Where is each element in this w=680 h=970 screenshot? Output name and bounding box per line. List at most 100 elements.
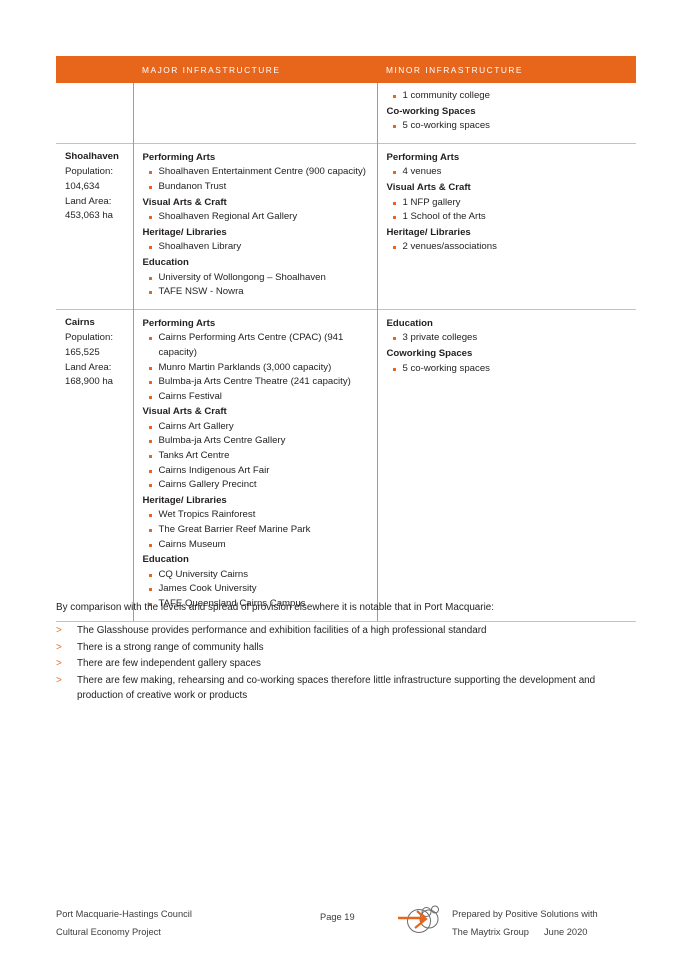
- infrastructure-item: Bulmba-ja Arts Centre Gallery: [143, 434, 368, 449]
- infrastructure-item: Wet Tropics Rainforest: [143, 508, 368, 523]
- footer-page-number: Page 19: [320, 912, 355, 922]
- table-header-row: MAJOR INFRASTRUCTURE MINOR INFRASTRUCTUR…: [56, 56, 636, 83]
- cell-major-infrastructure: Performing Arts Shoalhaven Entertainment …: [133, 142, 378, 310]
- cell-lga: Cairns Population: 165,525 Land Area: 168,90…: [56, 308, 134, 622]
- lga-statistic: 104,634: [65, 180, 100, 192]
- infrastructure-item: Cairns Museum: [143, 538, 368, 553]
- category-heading: Performing Arts: [386, 151, 460, 163]
- commentary-bullet: There are few independent gallery spaces: [56, 656, 638, 672]
- infrastructure-item: 5 co-working spaces: [387, 119, 628, 134]
- infrastructure-item: The Great Barrier Reef Marine Park: [143, 523, 368, 538]
- commentary-bullet: The Glasshouse provides performance and …: [56, 623, 638, 639]
- infrastructure-item: 1 School of the Arts: [387, 210, 628, 225]
- category-heading: Education: [142, 554, 189, 566]
- category-item-list: 1 NFP gallery 1 School of the Arts: [387, 196, 628, 225]
- footer-preparer-line2: The Maytrix Group June 2020: [452, 923, 642, 941]
- lga-statistic: Population:: [65, 332, 114, 344]
- category-heading: Heritage/ Libraries: [142, 226, 227, 238]
- infrastructure-item: James Cook University: [143, 582, 368, 597]
- table-row: 1 community college Co-working Spaces 5 co…: [56, 83, 636, 144]
- table-header: MAJOR INFRASTRUCTURE MINOR INFRASTRUCTUR…: [56, 56, 636, 83]
- category-heading: Heritage/ Libraries: [142, 494, 227, 506]
- infrastructure-table-container: MAJOR INFRASTRUCTURE MINOR INFRASTRUCTUR…: [56, 56, 636, 622]
- footer-council-name: Port Macquarie-Hastings Council: [56, 909, 192, 919]
- commentary-lead-paragraph: By comparison with the levels and spread…: [56, 602, 495, 613]
- column-header-major-infrastructure: MAJOR INFRASTRUCTURE: [133, 56, 377, 83]
- category-item-list: 5 co-working spaces: [387, 362, 628, 377]
- lga-statistic: 168,900 ha: [65, 376, 114, 388]
- category-heading: Education: [142, 256, 189, 268]
- category-item-list: Wet Tropics Rainforest The Great Barrier …: [143, 508, 368, 552]
- infrastructure-item: CQ University Cairns: [143, 568, 368, 583]
- cell-lga: [56, 83, 134, 144]
- cell-minor-infrastructure: Performing Arts 4 venues Visual Arts & Cra…: [377, 142, 636, 310]
- category-item-list: Shoalhaven Library: [143, 240, 368, 255]
- infrastructure-item: Shoalhaven Regional Art Gallery: [143, 210, 368, 225]
- table-body: 1 community college Co-working Spaces 5 co…: [56, 83, 636, 622]
- positive-solutions-logo: [396, 898, 454, 944]
- category-heading: Performing Arts: [142, 151, 216, 163]
- cell-minor-infrastructure: Education 3 private colleges Coworking Spa…: [377, 308, 636, 622]
- document-page: MAJOR INFRASTRUCTURE MINOR INFRASTRUCTUR…: [0, 0, 680, 970]
- commentary-bullet: There are few making, rehearsing and co-…: [56, 673, 638, 704]
- lga-statistic: Population:: [65, 166, 114, 178]
- category-item-list: 5 co-working spaces: [387, 119, 628, 134]
- footer-partner-name: The Maytrix Group: [452, 927, 529, 937]
- lga-statistic: 453,063 ha: [65, 210, 114, 222]
- infrastructure-comparison-table: MAJOR INFRASTRUCTURE MINOR INFRASTRUCTUR…: [56, 56, 636, 622]
- infrastructure-item: Cairns Art Gallery: [143, 420, 368, 435]
- cell-major-infrastructure: [133, 83, 378, 144]
- infrastructure-item: 3 private colleges: [387, 331, 628, 346]
- category-heading: Visual Arts & Craft: [386, 181, 471, 193]
- footer-client-info: Port Macquarie-Hastings Council Cultural…: [56, 905, 192, 941]
- category-heading: Co-working Spaces: [386, 105, 476, 117]
- infrastructure-item: Cairns Indigenous Art Fair: [143, 464, 368, 479]
- category-heading: Performing Arts: [142, 317, 216, 329]
- infrastructure-item: Cairns Gallery Precinct: [143, 478, 368, 493]
- commentary-bullet: There is a strong range of community hal…: [56, 640, 638, 656]
- footer-preparer-line1: Prepared by Positive Solutions with: [452, 909, 598, 919]
- infrastructure-item: 1 community college: [387, 89, 628, 104]
- infrastructure-item: Shoalhaven Entertainment Centre (900 cap…: [143, 165, 368, 180]
- page-footer: Port Macquarie-Hastings Council Cultural…: [0, 898, 680, 948]
- infrastructure-item: University of Wollongong – Shoalhaven: [143, 271, 368, 286]
- category-item-list: Shoalhaven Entertainment Centre (900 cap…: [143, 165, 368, 194]
- column-header-minor-infrastructure: MINOR INFRASTRUCTURE: [377, 56, 636, 83]
- lga-name: Cairns: [65, 316, 95, 328]
- category-heading: Coworking Spaces: [386, 347, 473, 359]
- column-header-lga: [56, 56, 133, 83]
- footer-preparer-info: Prepared by Positive Solutions with The …: [452, 905, 642, 941]
- category-heading: Education: [386, 317, 433, 329]
- category-item-list: 1 community college: [387, 89, 628, 104]
- category-item-list: 2 venues/associations: [387, 240, 628, 255]
- cell-major-infrastructure: Performing Arts Cairns Performing Arts Ce…: [133, 308, 378, 622]
- infrastructure-item: TAFE NSW - Nowra: [143, 285, 368, 300]
- infrastructure-item: Cairns Performing Arts Centre (CPAC) (94…: [143, 331, 368, 360]
- lga-statistic: 165,525: [65, 346, 100, 358]
- cell-lga: Shoalhaven Population: 104,634 Land Area: 45…: [56, 142, 134, 310]
- category-heading: Heritage/ Libraries: [386, 226, 471, 238]
- commentary-bullet-list: The Glasshouse provides performance and …: [56, 623, 638, 704]
- infrastructure-item: Cairns Festival: [143, 390, 368, 405]
- category-heading: Visual Arts & Craft: [142, 406, 227, 418]
- category-item-list: University of Wollongong – Shoalhaven TAF…: [143, 271, 368, 300]
- infrastructure-item: 2 venues/associations: [387, 240, 628, 255]
- table-row: Shoalhaven Population: 104,634 Land Area: 45…: [56, 142, 636, 310]
- infrastructure-item: Tanks Art Centre: [143, 449, 368, 464]
- category-item-list: Shoalhaven Regional Art Gallery: [143, 210, 368, 225]
- infrastructure-item: Bundanon Trust: [143, 180, 368, 195]
- footer-project-name: Cultural Economy Project: [56, 927, 161, 937]
- infrastructure-item: Munro Martin Parklands (3,000 capacity): [143, 361, 368, 376]
- cell-minor-infrastructure: 1 community college Co-working Spaces 5 co…: [377, 83, 636, 144]
- category-heading: Visual Arts & Craft: [142, 196, 227, 208]
- footer-date: June 2020: [544, 927, 588, 937]
- commentary-section: By comparison with the levels and spread…: [56, 600, 638, 705]
- category-item-list: 3 private colleges: [387, 331, 628, 346]
- infrastructure-item: Bulmba-ja Arts Centre Theatre (241 capac…: [143, 375, 368, 390]
- lga-statistic: Land Area:: [65, 195, 112, 207]
- infrastructure-item: 1 NFP gallery: [387, 196, 628, 211]
- lga-name: Shoalhaven: [65, 150, 119, 162]
- table-row: Cairns Population: 165,525 Land Area: 168,90…: [56, 308, 636, 622]
- category-item-list: Cairns Performing Arts Centre (CPAC) (94…: [143, 331, 368, 404]
- infrastructure-item: Shoalhaven Library: [143, 240, 368, 255]
